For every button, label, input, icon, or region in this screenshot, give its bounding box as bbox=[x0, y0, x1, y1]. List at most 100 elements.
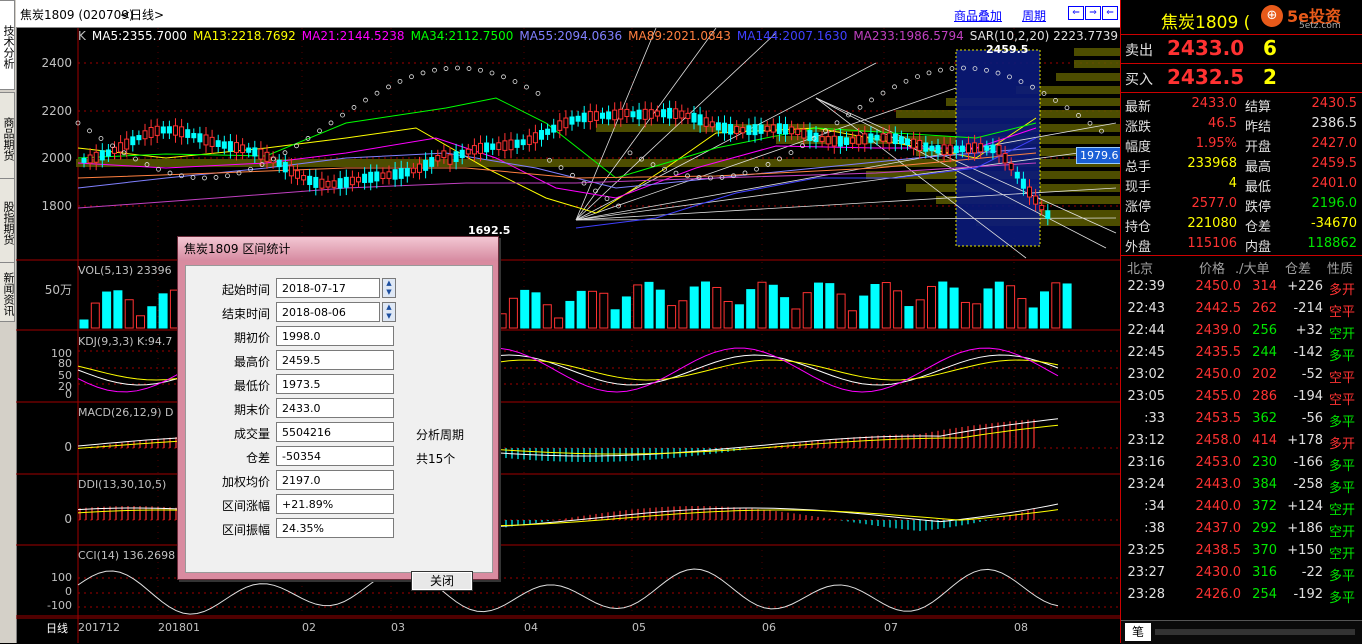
tick-row[interactable]: 22:39 2450.0 314 +226 多开 bbox=[1121, 277, 1359, 298]
tick-row[interactable]: 22:43 2442.5 262 -214 空平 bbox=[1121, 299, 1359, 320]
tick-price: 2438.5 bbox=[1195, 543, 1242, 558]
tab-technical-analysis[interactable]: 技术分析 bbox=[0, 0, 15, 90]
quote-label: 结算 bbox=[1245, 100, 1272, 115]
volume-bar bbox=[554, 317, 564, 329]
candle-body bbox=[166, 126, 172, 134]
tick-oi-change: -142 bbox=[1293, 345, 1323, 360]
tick-row[interactable]: :34 2440.0 372 +124 空开 bbox=[1121, 497, 1359, 518]
dialog-field-input[interactable]: 2197.0 bbox=[276, 470, 394, 490]
candle-body bbox=[252, 147, 258, 157]
tick-row[interactable]: 23:16 2453.0 230 -166 多平 bbox=[1121, 453, 1359, 474]
tick-scrollbar[interactable] bbox=[1155, 629, 1355, 635]
tick-row[interactable]: 23:12 2458.0 414 +178 多开 bbox=[1121, 431, 1359, 452]
indicator-label: MA144:2007.1630 bbox=[736, 29, 848, 43]
candle-body bbox=[496, 142, 502, 151]
candle-body bbox=[459, 149, 465, 159]
candle-body bbox=[105, 149, 111, 157]
tick-row[interactable]: 23:25 2438.5 370 +150 空开 bbox=[1121, 541, 1359, 562]
dialog-title[interactable]: 焦炭1809 区间统计 bbox=[178, 237, 498, 261]
tick-row[interactable]: 23:24 2443.0 384 -258 多平 bbox=[1121, 475, 1359, 496]
sar-dot bbox=[282, 150, 288, 156]
tick-row[interactable]: 23:05 2455.0 286 -194 空平 bbox=[1121, 387, 1359, 408]
date-spinner-icon[interactable]: ▲ ▼ bbox=[382, 278, 396, 298]
sar-dot bbox=[926, 70, 932, 76]
dialog-field-input[interactable]: -50354 bbox=[276, 446, 394, 466]
sar-dot bbox=[455, 65, 460, 71]
tick-row[interactable]: :38 2437.0 292 +186 空开 bbox=[1121, 519, 1359, 540]
dialog-field-label: 起始时间 bbox=[221, 283, 270, 297]
quote-value: 2427.0 bbox=[1311, 136, 1358, 151]
candle-body bbox=[715, 122, 721, 131]
quote-label: 最新 bbox=[1125, 100, 1152, 115]
ddi-title: DDI(13,30,10,5) bbox=[78, 478, 167, 491]
tick-oi-change: -258 bbox=[1293, 477, 1323, 492]
tick-time: 23:12 bbox=[1127, 433, 1165, 448]
tick-price: 2458.0 bbox=[1195, 433, 1242, 448]
tick-oi-change: -194 bbox=[1293, 389, 1323, 404]
candle-body bbox=[917, 139, 923, 151]
candle-body bbox=[154, 125, 160, 136]
scroll-right-icon[interactable]: ⇒ bbox=[1085, 6, 1101, 20]
tick-row[interactable]: 22:44 2439.0 256 +32 空开 bbox=[1121, 321, 1359, 342]
quote-value: 1.95% bbox=[1195, 136, 1237, 151]
scroll-left-icon[interactable]: ⇐ bbox=[1102, 6, 1118, 20]
tick-row[interactable]: 23:27 2430.0 316 -22 多平 bbox=[1121, 563, 1359, 584]
tick-time: 23:28 bbox=[1127, 587, 1165, 602]
dialog-field-input[interactable]: 24.35% bbox=[276, 518, 394, 538]
tab-index-futures[interactable]: 股指期货 bbox=[0, 178, 15, 264]
dialog-field-input[interactable]: 2018-08-06 bbox=[276, 302, 380, 322]
candle-body bbox=[453, 151, 459, 162]
sar-dot bbox=[386, 84, 391, 90]
dialog-field-input[interactable]: 2018-07-17 bbox=[276, 278, 380, 298]
tab-commodity-futures[interactable]: 商品期货 bbox=[0, 92, 15, 182]
tab-ticks[interactable]: 笔 bbox=[1125, 623, 1151, 641]
x-axis-period-label[interactable]: 日线 bbox=[46, 620, 68, 636]
tab-news[interactable]: 新闻资讯 bbox=[0, 262, 15, 322]
period-link[interactable]: 周期 bbox=[1022, 7, 1046, 24]
x-label: 03 bbox=[391, 621, 405, 634]
dialog-field-input[interactable]: 2433.0 bbox=[276, 398, 394, 418]
tick-oi-change: +150 bbox=[1287, 543, 1323, 558]
volume-bar bbox=[1017, 298, 1027, 329]
volume-bar bbox=[701, 281, 710, 329]
sar-dot bbox=[524, 84, 529, 90]
candle-body bbox=[722, 122, 727, 134]
sar-dot bbox=[949, 66, 955, 71]
tick-list[interactable]: 22:39 2450.0 314 +226 多开 22:43 2442.5 262 -214 空平… bbox=[1121, 277, 1362, 617]
candle-body bbox=[520, 139, 526, 146]
tick-row[interactable]: :33 2453.5 362 -56 多平 bbox=[1121, 409, 1359, 430]
dialog-field-input[interactable]: 1973.5 bbox=[276, 374, 394, 394]
date-spinner-icon[interactable]: ▲ ▼ bbox=[382, 302, 396, 322]
y-tick-1800: 1800 bbox=[41, 199, 72, 213]
tick-row[interactable]: 23:28 2426.0 254 -192 多平 bbox=[1121, 585, 1359, 606]
volume-bar bbox=[610, 309, 620, 329]
tick-nature: 空开 bbox=[1329, 327, 1356, 342]
volume-bar bbox=[147, 306, 157, 329]
volume-bar bbox=[1028, 307, 1038, 329]
dialog-field-input[interactable]: 2459.5 bbox=[276, 350, 394, 370]
dialog-field-label: 最低价 bbox=[233, 379, 270, 393]
candle-body bbox=[618, 108, 624, 120]
dialog-field-input[interactable]: 1998.0 bbox=[276, 326, 394, 346]
candle-body bbox=[984, 145, 990, 151]
tick-row[interactable]: 22:45 2435.5 244 -142 多平 bbox=[1121, 343, 1359, 364]
candle-body bbox=[484, 142, 490, 153]
overlay-link[interactable]: 商品叠加 bbox=[954, 7, 1002, 24]
volume-bar bbox=[814, 282, 823, 329]
candle-body bbox=[221, 141, 227, 149]
tick-price: 2426.0 bbox=[1195, 587, 1242, 602]
candle-body bbox=[752, 124, 758, 136]
tick-row[interactable]: 23:02 2450.0 202 -52 空平 bbox=[1121, 365, 1359, 386]
zoom-out-icon[interactable]: ⇐ bbox=[1068, 6, 1084, 20]
tick-time: 22:43 bbox=[1127, 301, 1165, 316]
volume-bar bbox=[1040, 291, 1049, 329]
buy-price: 2432.5 bbox=[1167, 65, 1245, 89]
close-button[interactable]: 关闭 bbox=[411, 571, 473, 591]
dialog-field-label: 仓差 bbox=[245, 451, 270, 465]
dialog-field-input[interactable]: +21.89% bbox=[276, 494, 394, 514]
dialog-field-input[interactable]: 5504216 bbox=[276, 422, 394, 442]
candle-body bbox=[246, 147, 252, 153]
tick-oi-change: -22 bbox=[1301, 565, 1323, 580]
volume-bar bbox=[780, 297, 790, 329]
candle-body bbox=[1027, 186, 1032, 198]
